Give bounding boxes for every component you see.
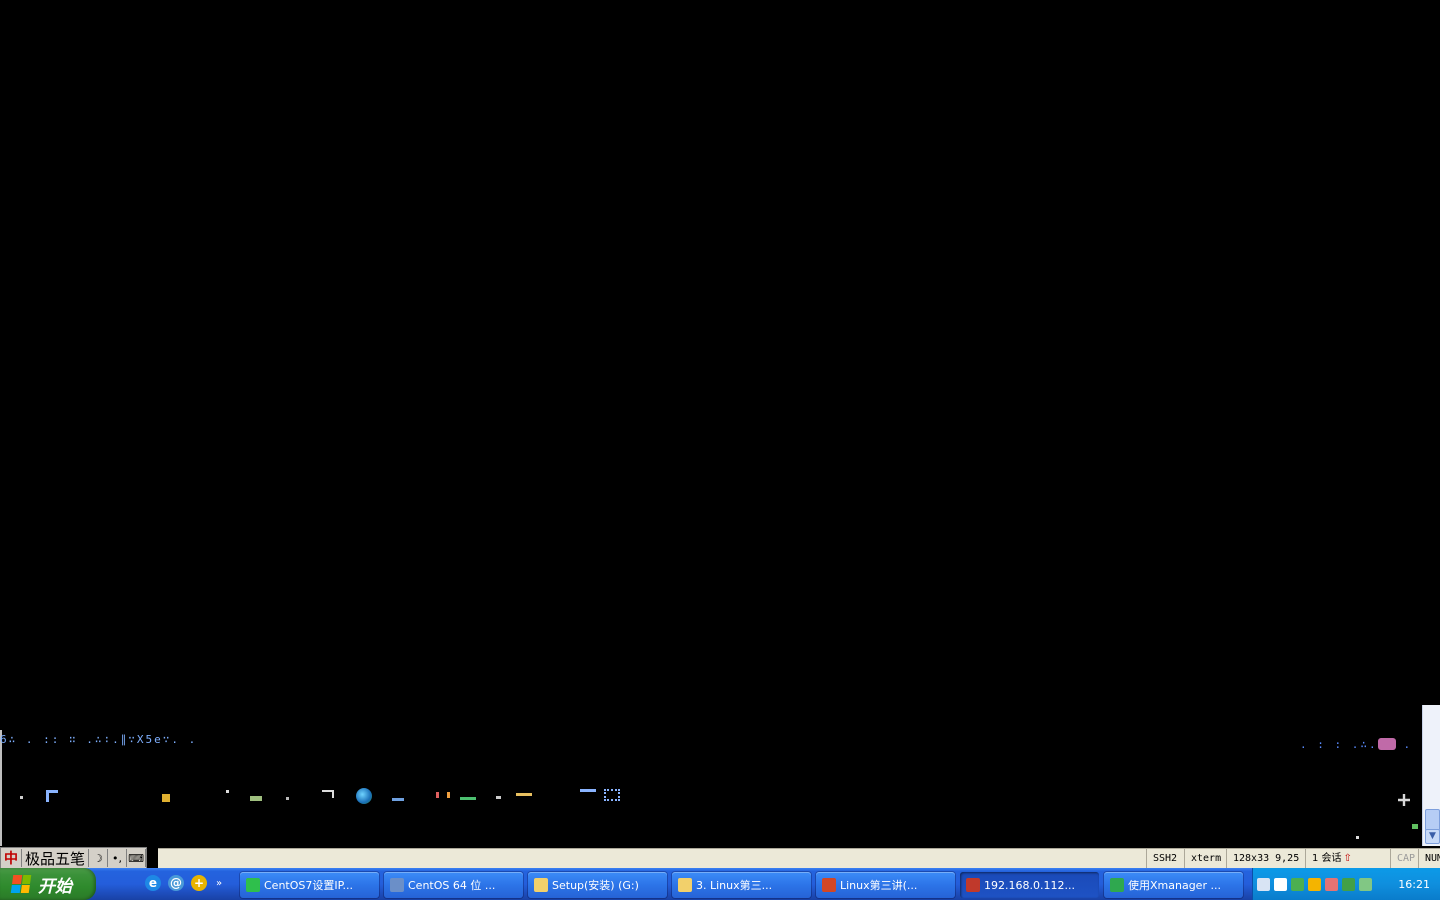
taskbar: 开始 e @ + » CentOS7设置IP... CentOS 64 位 ... Set… <box>0 868 1440 900</box>
ime-name-label[interactable]: 极品五笔 <box>22 849 90 868</box>
glitch-artifact <box>226 790 239 793</box>
folder-icon <box>678 878 692 892</box>
ie-icon[interactable]: e <box>145 875 161 891</box>
glitch-artifact <box>1398 794 1410 806</box>
shield-icon[interactable] <box>1342 877 1355 891</box>
status-sessions-label: 1 会话 <box>1312 853 1342 864</box>
taskbar-button-label: CentOS 64 位 ... <box>408 879 496 892</box>
glitch-artifact <box>162 794 170 802</box>
quick-launch-bar: e @ + » <box>145 875 222 891</box>
terminal-screen[interactable]: 6∴ . :: ∷ .∴∶.∥∵Χ5e∵. . . : : .∴.:. . <box>0 0 1422 848</box>
windows-flag-icon <box>10 875 32 893</box>
keyboard-icon[interactable] <box>1257 877 1270 891</box>
glitch-artifact <box>286 797 299 800</box>
terminal-border <box>0 730 2 846</box>
glitch-artifact <box>1378 738 1396 750</box>
browser-icon <box>246 878 260 892</box>
glitch-artifact <box>516 793 532 796</box>
taskbar-button-label: 3. Linux第三... <box>696 879 773 892</box>
xmanager-icon <box>1110 878 1124 892</box>
ime-halfwidth-moon-icon[interactable]: ☽ <box>89 849 109 867</box>
browser-icon[interactable]: @ <box>168 875 184 891</box>
terminal-scrollbar[interactable]: ▼ <box>1422 705 1440 846</box>
glitch-artifact <box>496 796 501 799</box>
vm-icon <box>390 878 404 892</box>
globe-icon <box>356 788 372 804</box>
glitch-artifact <box>1356 836 1359 839</box>
ime-logo-icon[interactable]: 中 <box>1 849 22 867</box>
status-sessions[interactable]: 1 会话 ⇧ <box>1305 849 1385 869</box>
glitch-artifact <box>46 790 58 802</box>
status-terminal-type: xterm <box>1184 849 1226 869</box>
status-size-cursor: 128x33 9,25 <box>1226 849 1305 869</box>
status-num-lock: NUM <box>1418 849 1440 869</box>
glitch-artifact <box>436 792 450 798</box>
xshell-icon <box>966 878 980 892</box>
tray-clock[interactable]: 16:21 <box>1398 878 1430 891</box>
glitch-artifact <box>20 796 23 799</box>
taskbar-button[interactable]: 使用Xmanager ... <box>1104 872 1243 898</box>
taskbar-button-label: 使用Xmanager ... <box>1128 879 1221 892</box>
start-button[interactable]: 开始 <box>0 868 96 900</box>
network-icon[interactable] <box>1291 877 1304 891</box>
glitch-artifact <box>460 792 476 800</box>
taskbar-button-label: 192.168.0.112... <box>984 878 1075 892</box>
taskbar-button[interactable]: 192.168.0.112... <box>960 872 1099 898</box>
glitch-artifact <box>580 789 596 799</box>
qq-icon[interactable] <box>1308 877 1321 891</box>
taskbar-button-label: Linux第三讲(... <box>840 879 918 892</box>
glitch-artifact <box>250 796 262 801</box>
status-caps-lock: CAP <box>1390 849 1418 869</box>
ime-soft-keyboard-icon[interactable]: ⌨ <box>127 849 147 867</box>
glitch-artifact <box>392 789 404 801</box>
ime-punctuation-icon[interactable]: •, <box>108 849 128 867</box>
taskbar-button-label: Setup(安装) (G:) <box>552 879 639 892</box>
system-tray: 16:21 <box>1252 868 1440 900</box>
security-icon[interactable] <box>1359 877 1372 891</box>
taskbar-button[interactable]: Linux第三讲(... <box>816 872 955 898</box>
taskbar-button[interactable]: 3. Linux第三... <box>672 872 811 898</box>
powerpoint-icon <box>822 878 836 892</box>
plus-icon[interactable]: + <box>191 875 207 891</box>
taskbar-button[interactable]: CentOS7设置IP... <box>240 872 379 898</box>
glitch-artifact <box>322 790 334 798</box>
tray-icons <box>1253 877 1372 891</box>
display-icon[interactable] <box>1325 877 1338 891</box>
taskbar-button[interactable]: Setup(安装) (G:) <box>528 872 667 898</box>
xshell-status-bar: SSH2 xterm 128x33 9,25 1 会话⇧ CAP NUM <box>158 848 1440 869</box>
glitch-artifact <box>1412 824 1418 829</box>
taskbar-button-label: CentOS7设置IP... <box>264 879 354 892</box>
terminal-garbled-text-left: 6∴ . :: ∷ .∴∶.∥∵Χ5e∵. . <box>0 733 198 746</box>
arrow-left-icon[interactable] <box>1274 877 1287 891</box>
ime-toolbar[interactable]: 中 极品五笔 ☽ •, ⌨ <box>0 847 148 869</box>
scroll-down-arrow-icon[interactable]: ▼ <box>1425 829 1440 844</box>
start-label: 开始 <box>38 876 72 897</box>
glitch-artifact <box>604 789 620 801</box>
folder-icon <box>534 878 548 892</box>
scrollbar-thumb[interactable] <box>1425 809 1440 831</box>
status-protocol: SSH2 <box>1146 849 1184 869</box>
arrow-up-icon[interactable]: ⇧ <box>1344 853 1352 864</box>
taskbar-button[interactable]: CentOS 64 位 ... <box>384 872 523 898</box>
quick-launch-expand-icon[interactable]: » <box>216 878 222 889</box>
